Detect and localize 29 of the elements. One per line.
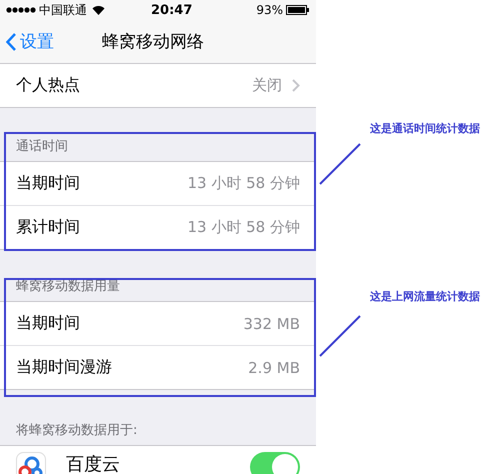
section-header: 蜂窝移动数据用量 [16,278,120,295]
row-value: 13 小时 58 分钟 [188,218,300,237]
row-value: 关闭 [252,76,282,95]
row-label: 当期时间 [16,313,81,334]
status-time: 20:47 [151,2,192,18]
row-label: 个人热点 [16,75,81,96]
hotspot-row[interactable]: 个人热点 关闭 [0,64,316,108]
row-label: 当期时间 [16,173,81,194]
row-label: 当期时间漫游 [16,357,113,378]
row-value: 332 MB [243,314,300,332]
back-button[interactable]: 设置 [6,30,54,53]
section-header: 将蜂窝移动数据用于: [16,422,138,439]
leader-line [318,314,362,358]
nav-title: 蜂窝移动网络 [102,31,204,53]
row-value: 2.9 MB [248,358,300,376]
wifi-icon [92,5,105,15]
leader-line [318,142,362,186]
section-header: 通话时间 [16,138,68,155]
battery-percent: 93% [256,3,283,17]
signal-icon [6,7,36,13]
row-value: 13 小时 58 分钟 [188,174,300,193]
app-name: 百度云 [66,453,121,474]
carrier-name: 中国联通 [39,2,87,18]
annotation-text: 这是上网流量统计数据 [370,289,480,304]
battery-icon [286,5,310,15]
row-label: 累计时间 [16,217,81,238]
annotation-text: 这是通话时间统计数据 [370,121,480,136]
back-chevron-icon [6,32,16,50]
chevron-icon [292,79,300,92]
